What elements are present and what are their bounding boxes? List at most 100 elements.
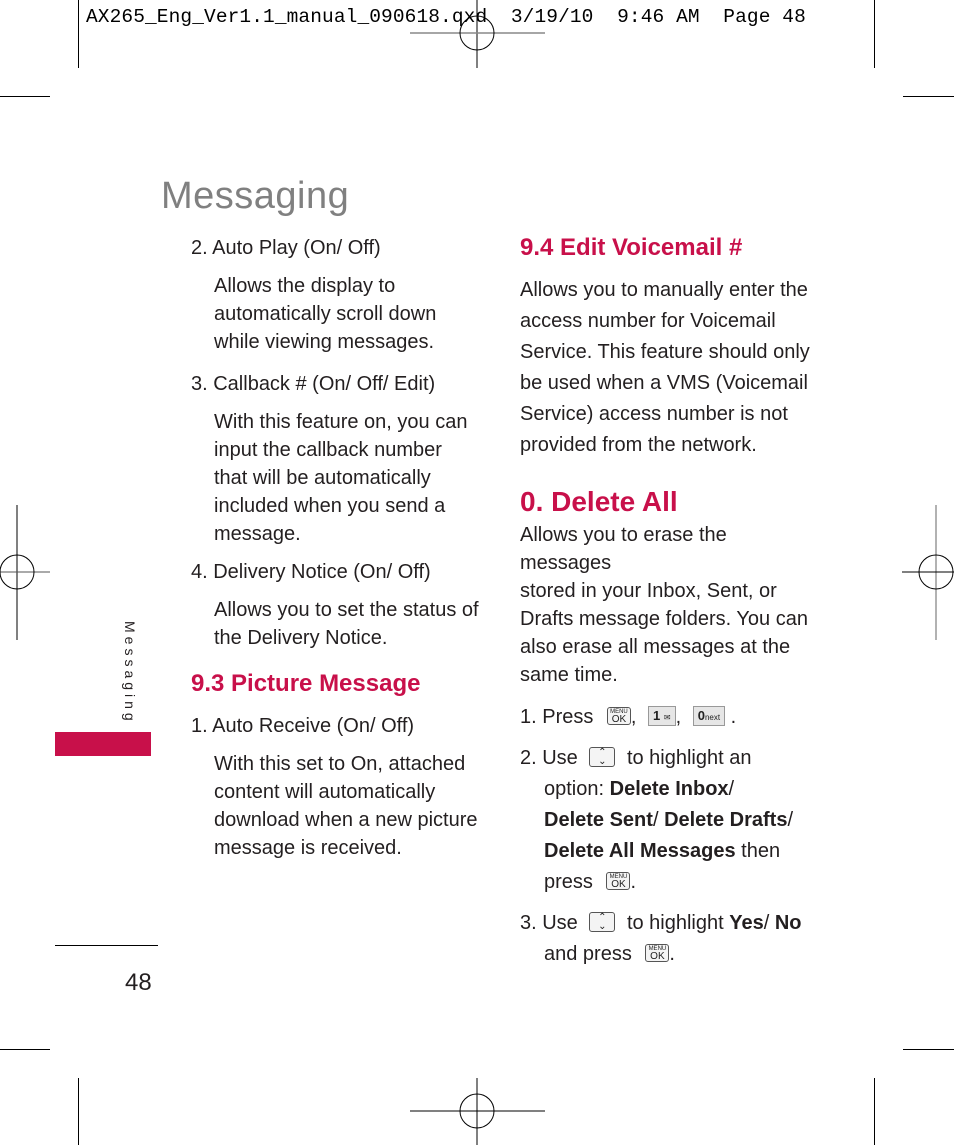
section-heading: 9.3 Picture Message [191, 670, 421, 697]
step-text: 3. Use [520, 912, 578, 934]
page-title: Messaging [161, 175, 350, 218]
body-line: the Delivery Notice. [214, 627, 388, 649]
body-line: download when a new picture [214, 809, 478, 831]
navigation-key-icon: ⌃ ⌄ [589, 746, 616, 767]
page-number: 48 [125, 969, 152, 996]
body-line: be used when a VMS (Voicemail [520, 372, 808, 394]
step-text: . [730, 706, 737, 728]
body-line: also erase all messages at the [520, 636, 791, 658]
step-2: 2. Use ⌃ ⌄ to highlight an option: Delete… [520, 743, 820, 898]
separator: / [763, 912, 770, 934]
sidebar-section-label: Messaging [122, 621, 138, 725]
crop-mark-top-right-h [903, 96, 954, 97]
down-arrow-icon: ⌄ [598, 755, 607, 767]
section-delete-all: 0. Delete All Allows you to erase the me… [520, 485, 820, 970]
step-line: and press MENU OK . [520, 939, 820, 970]
body-line: access number for Voicemail [520, 310, 776, 332]
step-text: , [675, 706, 682, 728]
body-line: message. [214, 523, 301, 545]
body-line: Drafts message folders. You can [520, 608, 808, 630]
section-heading: 0. Delete All [520, 486, 678, 517]
navigation-key-icon: ⌃ ⌄ [589, 911, 616, 932]
item-body: Allows the display to automatically scro… [214, 272, 491, 356]
step-line: Delete All Messages then [520, 836, 820, 867]
body-line: input the callback number [214, 439, 442, 461]
body-line: automatically scroll down [214, 303, 437, 325]
step-text: . [630, 871, 637, 893]
step-line: Delete Sent/ Delete Drafts/ [520, 805, 820, 836]
section-picture-message: 9.3 Picture Message 1. Auto Receive (On/… [191, 669, 491, 862]
option-yes: Yes [729, 912, 764, 934]
step-text: , [630, 706, 637, 728]
step-text: to highlight [626, 912, 724, 934]
separator: / [787, 809, 794, 831]
step-3: 3. Use ⌃ ⌄ to highlight Yes/ No and press… [520, 908, 820, 970]
right-column: 9.4 Edit Voicemail # Allows you to manua… [520, 233, 820, 970]
step-line: option: Delete Inbox/ [520, 774, 820, 805]
crop-mark-bottom-right-h [903, 1049, 954, 1050]
down-arrow-icon: ⌄ [598, 920, 607, 932]
body-line: message is received. [214, 837, 402, 859]
item-delivery-notice: 4. Delivery Notice (On/ Off) Allows you … [191, 558, 491, 652]
option-delete-inbox: Delete Inbox [609, 778, 729, 800]
left-column: 2. Auto Play (On/ Off) Allows the displa… [191, 234, 491, 862]
step-text: then [741, 840, 781, 862]
section-body: Allows you to manually enter the access … [520, 275, 820, 461]
separator: / [728, 778, 735, 800]
key-label: OK [611, 878, 626, 890]
key-label: OK [650, 950, 665, 962]
item-body: With this feature on, you can input the … [214, 408, 491, 548]
item-heading: 4. Delivery Notice (On/ Off) [191, 561, 431, 583]
body-line: Allows you to set the status of [214, 599, 479, 621]
item-body: With this set to On, attached content wi… [214, 750, 491, 862]
menu-ok-key-icon: MENU OK [606, 871, 631, 890]
crop-mark-bottom-left-v [78, 1078, 79, 1145]
section-heading: 9.4 Edit Voicemail # [520, 234, 743, 261]
key-label: next [704, 712, 721, 722]
zero-key-icon: 0next [692, 705, 726, 726]
key-label: OK [611, 713, 627, 725]
body-line: Service. This feature should only [520, 341, 810, 363]
body-line: Allows you to manually enter the [520, 279, 808, 301]
item-callback: 3. Callback # (On/ Off/ Edit) With this … [191, 370, 491, 548]
step-text: 1. Press [520, 706, 594, 728]
body-line: provided from the network. [520, 434, 757, 456]
registration-mark-right [902, 505, 954, 640]
registration-mark-bottom [410, 1078, 545, 1145]
crop-mark-top-right-v [874, 0, 875, 68]
body-line: With this feature on, you can [214, 411, 468, 433]
registration-mark-top [410, 0, 545, 68]
key-label: 0 [697, 707, 705, 723]
voicemail-icon: ✉ [663, 712, 671, 722]
step-1: 1. Press MENU OK , 1 ✉ , 0next . [520, 703, 820, 731]
item-auto-play: 2. Auto Play (On/ Off) Allows the displa… [191, 234, 491, 356]
step-text: option: [544, 778, 605, 800]
menu-ok-key-icon: MENU OK [606, 706, 631, 725]
menu-ok-key-icon: MENU OK [645, 943, 670, 962]
crop-mark-bottom-left-h [0, 1049, 50, 1050]
step-text: 2. Use [520, 747, 578, 769]
body-line: Service) access number is not [520, 403, 788, 425]
registration-mark-left [0, 505, 50, 640]
crop-mark-bottom-right-v [874, 1078, 875, 1145]
body-line: that will be automatically [214, 467, 431, 489]
separator: / [652, 809, 659, 831]
step-text: . [669, 943, 675, 965]
item-heading: 3. Callback # (On/ Off/ Edit) [191, 373, 436, 395]
folio-rule [55, 945, 158, 946]
one-key-icon: 1 ✉ [648, 705, 676, 726]
crop-mark-top-left-v [78, 0, 79, 68]
crop-mark-top-left-h [0, 96, 50, 97]
body-line: stored in your Inbox, Sent, or [520, 580, 777, 602]
step-text: press [544, 871, 593, 893]
key-label: 1 [653, 707, 661, 723]
item-heading: 1. Auto Receive (On/ Off) [191, 715, 415, 737]
body-line: With this set to On, attached [214, 753, 466, 775]
step-line: press MENU OK . [520, 867, 820, 898]
item-heading: 2. Auto Play (On/ Off) [191, 237, 381, 259]
body-line: included when you send a [214, 495, 446, 517]
body-line: content will automatically [214, 781, 436, 803]
body-line: Allows the display to [214, 275, 396, 297]
sidebar-section-tab [55, 732, 151, 756]
body-line: while viewing messages. [214, 331, 435, 353]
